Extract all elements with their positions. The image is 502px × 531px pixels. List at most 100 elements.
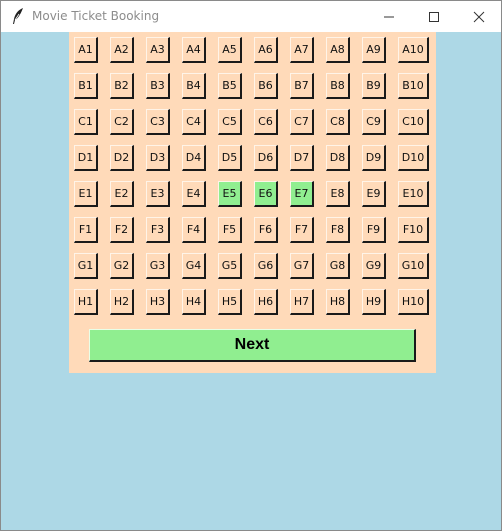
seat-cell: C3 [146,109,182,145]
seat-button-h3[interactable]: H3 [146,289,170,315]
seat-button-a7[interactable]: A7 [290,37,314,63]
seat-button-c2[interactable]: C2 [110,109,134,135]
seat-button-g4[interactable]: G4 [182,253,206,279]
seat-button-d2[interactable]: D2 [110,145,134,171]
seat-cell: E2 [110,181,146,217]
seat-button-b6[interactable]: B6 [254,73,278,99]
seat-button-c3[interactable]: C3 [146,109,170,135]
seat-button-d6[interactable]: D6 [254,145,278,171]
seat-button-b8[interactable]: B8 [326,73,350,99]
seat-button-c7[interactable]: C7 [290,109,314,135]
seat-button-g9[interactable]: G9 [362,253,386,279]
seat-button-f1[interactable]: F1 [74,217,98,243]
seat-button-g5[interactable]: G5 [218,253,242,279]
seat-cell: H7 [290,289,326,325]
seat-button-d8[interactable]: D8 [326,145,350,171]
seat-button-h5[interactable]: H5 [218,289,242,315]
seat-panel: A1 A2 A3 A4 A5 A6 A7 A8 A9 A10 B1 B2 B3 B4 B5 B6 B7 B8 B9 B… [69,32,436,373]
seat-button-a5[interactable]: A5 [218,37,242,63]
seat-cell: D2 [110,145,146,181]
seat-button-g6[interactable]: G6 [254,253,278,279]
seat-button-b10[interactable]: B10 [398,73,429,99]
seat-button-f10[interactable]: F10 [398,217,429,243]
seat-button-h10[interactable]: H10 [398,289,429,315]
seat-button-g8[interactable]: G8 [326,253,350,279]
seat-button-e8[interactable]: E8 [326,181,350,207]
seat-button-b1[interactable]: B1 [74,73,98,99]
seat-button-e4[interactable]: E4 [182,181,206,207]
seat-button-g7[interactable]: G7 [290,253,314,279]
seat-button-f5[interactable]: F5 [218,217,242,243]
seat-button-h8[interactable]: H8 [326,289,350,315]
seat-button-b3[interactable]: B3 [146,73,170,99]
seat-button-c9[interactable]: C9 [362,109,386,135]
maximize-icon[interactable] [411,1,456,32]
seat-button-g3[interactable]: G3 [146,253,170,279]
seat-button-c5[interactable]: C5 [218,109,242,135]
seat-button-h9[interactable]: H9 [362,289,386,315]
seat-button-h4[interactable]: H4 [182,289,206,315]
seat-button-f6[interactable]: F6 [254,217,278,243]
seat-button-d9[interactable]: D9 [362,145,386,171]
seat-button-e1[interactable]: E1 [74,181,98,207]
seat-cell: E10 [398,181,434,217]
seat-button-b9[interactable]: B9 [362,73,386,99]
seat-button-b5[interactable]: B5 [218,73,242,99]
seat-button-h1[interactable]: H1 [74,289,98,315]
seat-button-e2[interactable]: E2 [110,181,134,207]
next-button[interactable]: Next [89,329,416,362]
seat-cell: B8 [326,73,362,109]
seat-button-d5[interactable]: D5 [218,145,242,171]
seat-cell: D3 [146,145,182,181]
seat-button-c1[interactable]: C1 [74,109,98,135]
seat-button-a2[interactable]: A2 [110,37,134,63]
seat-button-f4[interactable]: F4 [182,217,206,243]
seat-cell: G4 [182,253,218,289]
seat-button-c4[interactable]: C4 [182,109,206,135]
seat-cell: A10 [398,37,434,73]
seat-button-d10[interactable]: D10 [398,145,429,171]
title-bar: Movie Ticket Booking [1,1,501,32]
seat-button-e10[interactable]: E10 [398,181,429,207]
seat-button-h7[interactable]: H7 [290,289,314,315]
seat-button-h2[interactable]: H2 [110,289,134,315]
seat-button-f2[interactable]: F2 [110,217,134,243]
seat-button-d7[interactable]: D7 [290,145,314,171]
seat-button-e5[interactable]: E5 [218,181,242,207]
seat-button-e7[interactable]: E7 [290,181,314,207]
seat-button-a1[interactable]: A1 [74,37,98,63]
seat-button-a4[interactable]: A4 [182,37,206,63]
seat-button-f3[interactable]: F3 [146,217,170,243]
seat-button-a6[interactable]: A6 [254,37,278,63]
seat-button-a9[interactable]: A9 [362,37,386,63]
seat-button-d4[interactable]: D4 [182,145,206,171]
seat-button-e3[interactable]: E3 [146,181,170,207]
seat-button-g2[interactable]: G2 [110,253,134,279]
seat-button-c8[interactable]: C8 [326,109,350,135]
seat-cell: H5 [218,289,254,325]
seat-button-b7[interactable]: B7 [290,73,314,99]
seat-button-f9[interactable]: F9 [362,217,386,243]
seat-button-e9[interactable]: E9 [362,181,386,207]
seat-cell: B10 [398,73,434,109]
seat-button-e6[interactable]: E6 [254,181,278,207]
seat-button-h6[interactable]: H6 [254,289,278,315]
seat-button-c6[interactable]: C6 [254,109,278,135]
seat-cell: G2 [110,253,146,289]
seat-button-a8[interactable]: A8 [326,37,350,63]
seat-cell: H4 [182,289,218,325]
seat-button-b4[interactable]: B4 [182,73,206,99]
seat-button-c10[interactable]: C10 [398,109,429,135]
seat-button-b2[interactable]: B2 [110,73,134,99]
seat-button-a3[interactable]: A3 [146,37,170,63]
close-icon[interactable] [456,1,501,32]
seat-button-d1[interactable]: D1 [74,145,98,171]
seat-button-g1[interactable]: G1 [74,253,98,279]
seat-button-g10[interactable]: G10 [398,253,429,279]
seat-button-d3[interactable]: D3 [146,145,170,171]
seat-cell: G10 [398,253,434,289]
minimize-icon[interactable] [366,1,411,32]
seat-button-f8[interactable]: F8 [326,217,350,243]
seat-button-a10[interactable]: A10 [398,37,429,63]
seat-button-f7[interactable]: F7 [290,217,314,243]
